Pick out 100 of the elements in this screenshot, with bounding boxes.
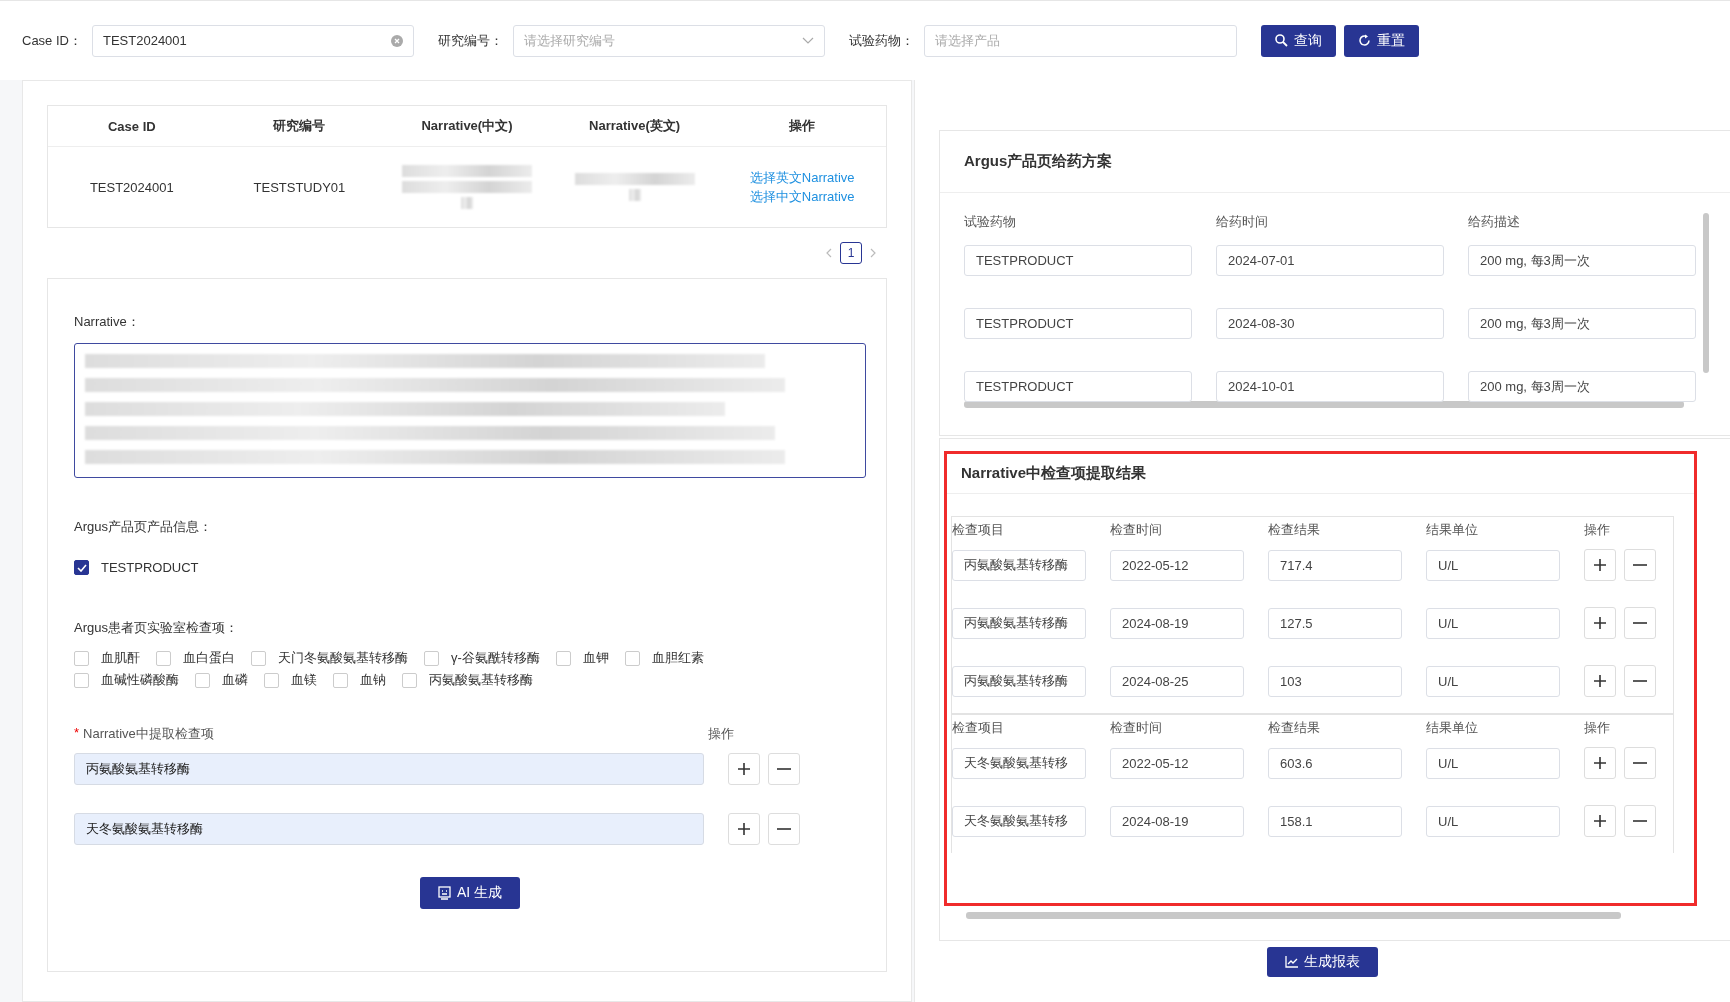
input-field[interactable]: 200 mg, 每3周一次 <box>1468 308 1696 339</box>
ai-generate-button[interactable]: AI 生成 <box>419 877 521 909</box>
chevron-right-icon[interactable] <box>870 248 877 258</box>
column-header: 给药时间 <box>1216 213 1269 231</box>
add-button[interactable] <box>728 753 760 785</box>
chevron-left-icon[interactable] <box>825 248 832 258</box>
input-field[interactable]: U/L <box>1426 607 1560 639</box>
checkbox-label: 血碱性磷酸酶 <box>101 671 179 689</box>
narrative-textarea[interactable] <box>74 343 866 478</box>
minus-icon <box>777 768 791 770</box>
column-header: Narrative(中文) <box>421 118 513 133</box>
column-header: Narrative(英文) <box>589 118 681 133</box>
chevron-down-icon <box>801 37 814 44</box>
input-field[interactable]: 2024-08-19 <box>1110 607 1244 639</box>
checkbox-label: 丙氨酸氨基转移酶 <box>429 671 533 689</box>
input-field[interactable]: 103 <box>1268 665 1402 697</box>
add-button[interactable] <box>1584 747 1616 779</box>
remove-button[interactable] <box>768 813 800 845</box>
minus-icon <box>1633 820 1647 822</box>
required-mark: * <box>74 725 80 742</box>
generate-report-button[interactable]: 生成报表 <box>1267 947 1378 977</box>
input-field[interactable]: 603.6 <box>1268 747 1402 779</box>
input-field[interactable]: 200 mg, 每3周一次 <box>1468 245 1696 276</box>
input-field[interactable]: 2024-07-01 <box>1216 245 1444 276</box>
add-button[interactable] <box>728 813 760 845</box>
link[interactable]: 选择英文Narrative <box>719 168 885 187</box>
column-header: 研究编号 <box>273 118 326 133</box>
column-header: 检查结果 <box>1268 719 1321 737</box>
input-field[interactable]: 丙氨酸氨基转移酶 <box>952 549 1086 581</box>
input-field[interactable]: 127.5 <box>1268 607 1402 639</box>
scrollbar[interactable] <box>1703 213 1709 373</box>
remove-button[interactable] <box>1624 805 1656 837</box>
plus-icon <box>737 822 751 836</box>
input-field[interactable]: TESTPRODUCT <box>964 371 1192 402</box>
add-button[interactable] <box>1584 665 1616 697</box>
checkbox-label: 血肌酐 <box>101 649 140 667</box>
remove-button[interactable] <box>1624 747 1656 779</box>
input-field[interactable]: 天冬氨酸氨基转移 <box>952 805 1086 837</box>
remove-button[interactable] <box>1624 549 1656 581</box>
checkbox-label: TESTPRODUCT <box>101 560 199 575</box>
scrollbar[interactable] <box>966 912 1621 919</box>
input-field[interactable]: U/L <box>1426 747 1560 779</box>
column-header: 操作 <box>1584 719 1611 737</box>
field-label: 试验药物： <box>848 31 914 50</box>
minus-icon <box>777 828 791 830</box>
column-header: 操作 <box>1584 521 1611 539</box>
input-field[interactable]: 2024-08-25 <box>1110 665 1244 697</box>
input-field[interactable]: 2024-08-30 <box>1216 308 1444 339</box>
input-field[interactable]: U/L <box>1426 665 1560 697</box>
input-field[interactable]: 丙氨酸氨基转移酶 <box>952 665 1086 697</box>
input-field[interactable]: 丙氨酸氨基转移酶 <box>74 753 704 785</box>
minus-icon <box>1633 680 1647 682</box>
table-cell: TESTSTUDY01 <box>253 179 346 195</box>
checkbox-label: γ-谷氨酰转移酶 <box>451 649 540 667</box>
remove-button[interactable] <box>768 753 800 785</box>
input-field[interactable]: 2022-05-12 <box>1110 747 1244 779</box>
line-chart-icon <box>1285 956 1298 968</box>
search-button[interactable]: 查询 <box>1260 24 1336 57</box>
input-field[interactable]: 158.1 <box>1268 805 1402 837</box>
field-label: Case ID： <box>22 31 82 50</box>
plus-icon <box>1593 558 1607 572</box>
input-field[interactable]: 丙氨酸氨基转移酶 <box>952 607 1086 639</box>
card-title: Argus产品页给药方案 <box>940 131 1730 193</box>
checkbox-label: 血磷 <box>222 671 248 689</box>
input-field[interactable]: 2022-05-12 <box>1110 549 1244 581</box>
input-field[interactable]: U/L <box>1426 805 1560 837</box>
section-label: Argus产品页产品信息： <box>74 518 213 536</box>
minus-icon <box>1633 622 1647 624</box>
remove-button[interactable] <box>1624 665 1656 697</box>
plus-icon <box>1593 814 1607 828</box>
add-button[interactable] <box>1584 805 1616 837</box>
add-button[interactable] <box>1584 607 1616 639</box>
page-button[interactable]: 1 <box>840 242 862 264</box>
remove-button[interactable] <box>1624 607 1656 639</box>
input-field[interactable]: 717.4 <box>1268 549 1402 581</box>
section-label: Argus患者页实验室检查项： <box>74 619 239 637</box>
plus-icon <box>1593 674 1607 688</box>
input-field[interactable]: TESTPRODUCT <box>964 245 1192 276</box>
link[interactable]: 选择中文Narrative <box>719 187 885 206</box>
input-field[interactable]: 2024-10-01 <box>1216 371 1444 402</box>
input-field[interactable]: TEST2024001 <box>91 24 414 57</box>
add-button[interactable] <box>1584 549 1616 581</box>
reset-button[interactable]: 重置 <box>1343 24 1419 57</box>
input-field[interactable]: 2024-08-19 <box>1110 805 1244 837</box>
input-field[interactable]: 天冬氨酸氨基转移 <box>952 747 1086 779</box>
column-header: 检查结果 <box>1268 521 1321 539</box>
input-field[interactable]: 天冬氨酸氨基转移酶 <box>74 813 704 845</box>
input-field[interactable]: U/L <box>1426 549 1560 581</box>
checkbox-label: 血镁 <box>291 671 317 689</box>
search-icon <box>1274 34 1288 47</box>
minus-icon <box>1633 762 1647 764</box>
table-cell: TEST2024001 <box>89 179 174 195</box>
input-field[interactable]: TESTPRODUCT <box>964 308 1192 339</box>
checkbox-label: 天门冬氨酸氨基转移酶 <box>278 649 408 667</box>
scrollbar[interactable] <box>964 401 1684 408</box>
input-field[interactable]: 200 mg, 每3周一次 <box>1468 371 1696 402</box>
checkbox[interactable] <box>74 560 89 575</box>
checkbox-label: 血白蛋白 <box>183 649 235 667</box>
clear-icon[interactable] <box>390 34 403 47</box>
field-label: 研究编号： <box>437 31 503 50</box>
